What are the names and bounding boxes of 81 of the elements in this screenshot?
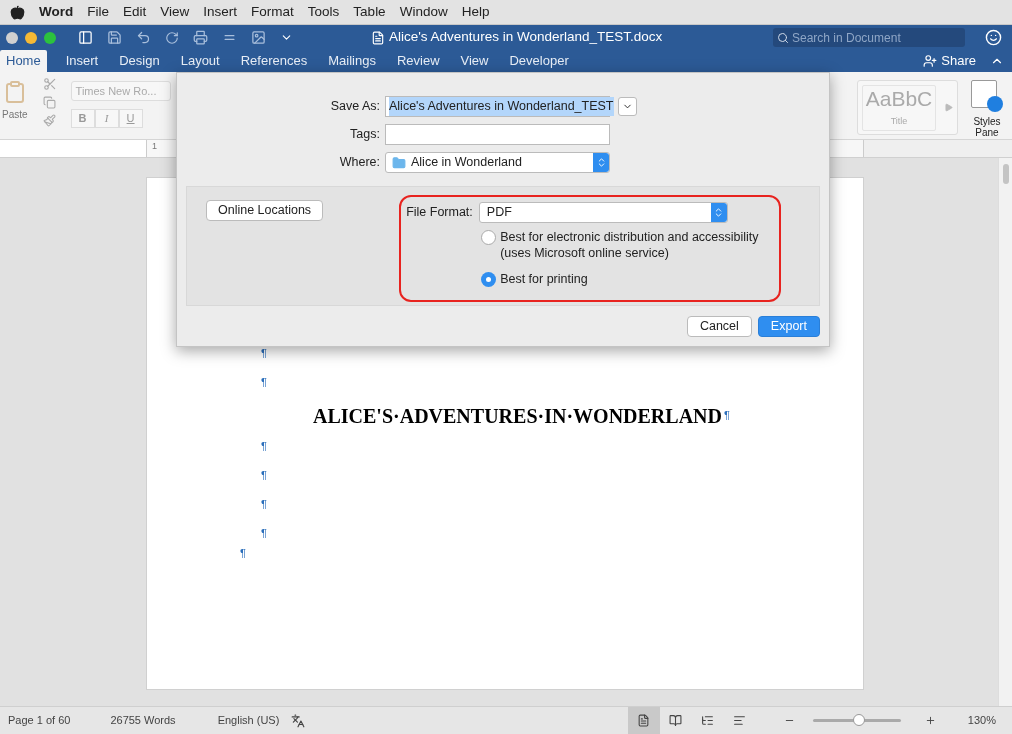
search-placeholder: Search in Document xyxy=(792,29,901,47)
document-icon xyxy=(371,30,385,45)
online-locations-button[interactable]: Online Locations xyxy=(206,200,324,221)
style-name: Title xyxy=(890,114,908,128)
save-icon[interactable] xyxy=(107,30,122,45)
menu-item[interactable]: Help xyxy=(461,1,490,23)
paragraph-mark: ¶ xyxy=(261,498,267,510)
share-button[interactable]: Share xyxy=(941,51,976,71)
ribbon-tab[interactable]: Mailings xyxy=(319,50,385,72)
page-count[interactable]: Page 1 of 60 xyxy=(8,712,71,729)
copy-icon[interactable] xyxy=(42,96,56,109)
page-view-icon[interactable] xyxy=(627,707,660,734)
zoom-percent[interactable]: 130% xyxy=(967,712,996,729)
app-menu[interactable]: Word xyxy=(39,1,74,23)
paragraph-mark: ¶ xyxy=(261,440,267,452)
sidebar-icon[interactable] xyxy=(78,30,93,45)
paragraph-mark: ¶ xyxy=(261,469,267,481)
where-value: Alice in Wonderland xyxy=(411,154,523,172)
menu-item[interactable]: Table xyxy=(353,1,386,23)
language-label[interactable]: English (US) xyxy=(217,712,280,729)
file-format-value: PDF xyxy=(486,204,513,222)
radio-label[interactable]: Best for electronic distribution and accessibility xyxy=(500,229,759,245)
paragraph-mark: ¶ xyxy=(723,408,730,424)
brush-icon[interactable] xyxy=(42,114,56,127)
expand-button[interactable] xyxy=(618,97,637,116)
where-dropdown[interactable]: Alice in Wonderland xyxy=(385,152,610,173)
save-as-label: Save As: xyxy=(329,98,381,116)
paragraph-mark: ¶ xyxy=(261,527,267,539)
ribbon-tab[interactable]: Review xyxy=(387,50,449,72)
document-heading: ALICE'S·ADVENTURES·IN·WONDERLAND xyxy=(313,403,722,429)
paragraph-mark: ¶ xyxy=(261,347,267,359)
ribbon-tab[interactable]: Design xyxy=(110,50,169,72)
style-sample: AaBbC xyxy=(865,85,933,112)
radio-button[interactable] xyxy=(481,230,497,245)
ruler-number: 1 xyxy=(152,140,157,153)
apple-icon[interactable] xyxy=(10,4,25,20)
paste-label: Paste xyxy=(2,108,28,122)
ribbon-tab[interactable]: View xyxy=(451,50,498,72)
ribbon-tab[interactable]: Layout xyxy=(171,50,229,72)
radio-note: (uses Microsoft online service) xyxy=(500,245,670,261)
ribbon-tab[interactable]: Insert xyxy=(56,50,108,72)
tags-label: Tags: xyxy=(349,126,381,144)
menu-item[interactable]: Window xyxy=(399,1,448,23)
print-icon[interactable] xyxy=(193,30,208,45)
file-format-label: File Format: xyxy=(406,204,473,222)
folder-icon xyxy=(392,155,406,170)
menu-item[interactable]: Edit xyxy=(123,1,147,23)
ribbon-tab[interactable]: Developer xyxy=(500,50,578,72)
file-format-dropdown[interactable]: PDF xyxy=(478,202,728,223)
search-field[interactable]: Search in Document xyxy=(773,28,965,47)
proofing-icon[interactable] xyxy=(291,713,306,728)
menu-item[interactable]: Insert xyxy=(203,1,238,23)
scrollbar[interactable] xyxy=(998,158,1012,706)
styles-pane-label[interactable]: Styles Pane xyxy=(970,116,1004,138)
add-person-icon xyxy=(923,54,938,68)
menu-item[interactable]: View xyxy=(160,1,190,23)
paragraph-mark: ¶ xyxy=(240,547,246,559)
ribbon-tab[interactable]: References xyxy=(231,50,317,72)
tags-field[interactable] xyxy=(385,124,610,145)
window-title: Alice's Adventures in Wonderland_TEST.docx xyxy=(389,28,663,47)
radio-button[interactable] xyxy=(481,272,497,287)
picture-icon[interactable] xyxy=(251,30,266,45)
paragraph-mark: ¶ xyxy=(261,376,267,388)
ribbon-tab[interactable]: Home xyxy=(0,50,47,72)
undo-icon[interactable] xyxy=(136,30,151,45)
search-icon xyxy=(777,31,789,44)
menu-item[interactable]: Tools xyxy=(307,1,340,23)
menu-item[interactable]: File xyxy=(87,1,109,23)
stepper-arrows-icon xyxy=(710,203,727,222)
scissors-icon[interactable] xyxy=(42,77,57,91)
stepper-arrows-icon xyxy=(593,153,609,172)
cancel-button[interactable]: Cancel xyxy=(686,316,752,337)
where-label: Where: xyxy=(338,154,381,172)
smiley-icon[interactable] xyxy=(985,29,1002,46)
zoom-in-icon[interactable] xyxy=(924,715,936,726)
radio-label[interactable]: Best for printing xyxy=(500,271,588,287)
redo-icon[interactable] xyxy=(165,30,179,45)
word-count[interactable]: 26755 Words xyxy=(110,712,176,729)
styles-pane-icon[interactable] xyxy=(971,80,1003,112)
menu-item[interactable]: Format xyxy=(251,1,294,23)
zoom-thumb[interactable] xyxy=(853,714,866,726)
